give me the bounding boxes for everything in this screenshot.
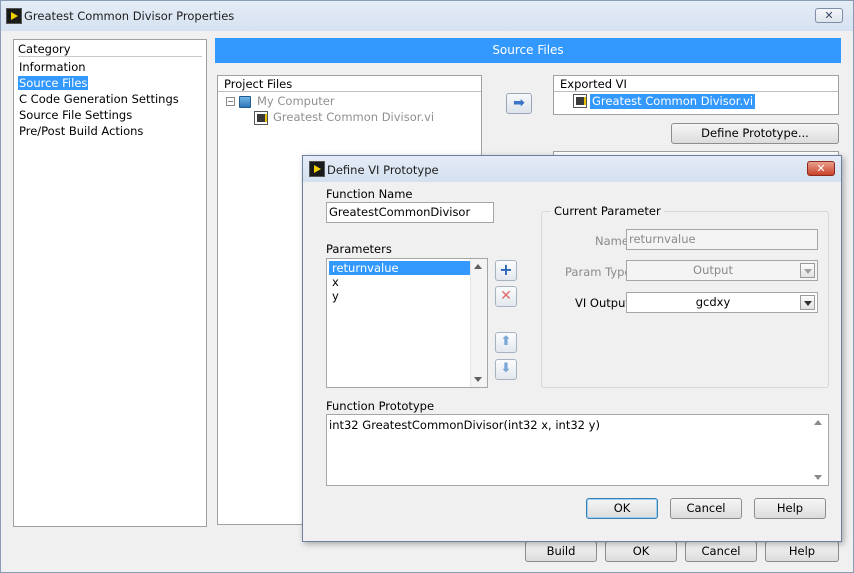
current-parameter-legend: Current Parameter — [551, 204, 664, 218]
define-vi-prototype-dialog: Define VI Prototype ✕ Function Name Grea… — [302, 155, 842, 542]
vi-output-select[interactable]: gcdxy — [626, 292, 818, 313]
ok-button[interactable]: OK — [605, 541, 677, 562]
move-down-button[interactable]: ⬇ — [495, 359, 517, 380]
arrow-down-icon: ⬇ — [500, 361, 512, 376]
exported-vi-panel[interactable]: Exported VI Greatest Common Divisor.vi — [553, 75, 839, 115]
category-list[interactable]: Category Information Source Files C Code… — [13, 39, 207, 527]
tree-item-my-computer[interactable]: My Computer — [257, 94, 335, 108]
tree-collapse-icon[interactable]: − — [226, 97, 235, 106]
list-item[interactable]: y — [327, 289, 468, 303]
help-button[interactable]: Help — [765, 541, 839, 562]
window-titlebar[interactable]: Greatest Common Divisor Properties ✕ — [1, 1, 853, 31]
dialog-titlebar[interactable]: Define VI Prototype ✕ — [303, 156, 841, 182]
move-up-button[interactable]: ⬆ — [495, 332, 517, 353]
add-parameter-button[interactable]: + — [495, 260, 517, 281]
vi-file-icon — [254, 111, 268, 125]
plus-icon: + — [499, 260, 513, 279]
dialog-title: Define VI Prototype — [327, 163, 439, 177]
parameter-name-input[interactable]: returnvalue — [626, 229, 818, 250]
parameters-label: Parameters — [326, 242, 392, 256]
prototype-scrollbar[interactable] — [811, 415, 828, 485]
chevron-down-icon[interactable] — [800, 295, 815, 310]
category-item-information[interactable]: Information — [18, 59, 202, 75]
parameters-list[interactable]: returnvalue x y — [326, 258, 488, 388]
vi-output-value: gcdxy — [695, 295, 731, 309]
scroll-up-icon[interactable] — [474, 264, 482, 269]
dialog-close-button[interactable]: ✕ — [807, 161, 835, 176]
define-prototype-button[interactable]: Define Prototype... — [671, 123, 839, 144]
add-to-exported-button[interactable]: ➡ — [506, 93, 532, 114]
parameters-scrollbar[interactable] — [470, 259, 487, 387]
category-item-pre-post-build[interactable]: Pre/Post Build Actions — [18, 123, 202, 139]
param-type-label: Param Type — [565, 265, 632, 279]
arrow-up-icon: ⬆ — [500, 334, 512, 349]
scroll-down-icon[interactable] — [814, 475, 822, 480]
dialog-help-button[interactable]: Help — [754, 498, 826, 519]
vi-file-icon — [573, 94, 587, 108]
param-type-select[interactable]: Output — [626, 260, 818, 281]
function-name-label: Function Name — [326, 187, 413, 201]
function-prototype-text: int32 GreatestCommonDivisor(int32 x, int… — [329, 418, 600, 432]
dialog-cancel-button[interactable]: Cancel — [670, 498, 742, 519]
x-icon: ✕ — [500, 288, 512, 304]
cancel-button[interactable]: Cancel — [685, 541, 757, 562]
category-item-source-files[interactable]: Source Files — [18, 75, 202, 91]
section-title: Source Files — [215, 38, 841, 63]
function-prototype-label: Function Prototype — [326, 399, 435, 413]
chevron-down-icon[interactable] — [800, 263, 815, 278]
exported-vi-item[interactable]: Greatest Common Divisor.vi — [590, 94, 756, 109]
list-item[interactable]: x — [327, 275, 468, 289]
window-close-button[interactable]: ✕ — [815, 8, 843, 23]
tree-item-vi[interactable]: Greatest Common Divisor.vi — [273, 110, 434, 124]
labview-vi-icon — [6, 8, 22, 24]
remove-parameter-button[interactable]: ✕ — [495, 286, 517, 307]
param-type-value: Output — [693, 263, 733, 277]
project-files-header: Project Files — [218, 76, 481, 92]
list-item[interactable]: returnvalue — [329, 261, 470, 275]
labview-vi-icon — [309, 161, 325, 177]
dialog-ok-button[interactable]: OK — [586, 498, 658, 519]
computer-icon — [239, 96, 251, 108]
exported-vi-header: Exported VI — [554, 76, 838, 92]
category-header: Category — [18, 42, 202, 57]
function-prototype-box: int32 GreatestCommonDivisor(int32 x, int… — [326, 414, 829, 486]
scroll-down-icon[interactable] — [474, 377, 482, 382]
scroll-up-icon[interactable] — [814, 420, 822, 425]
category-item-source-file-settings[interactable]: Source File Settings — [18, 107, 202, 123]
arrow-right-icon: ➡ — [513, 95, 525, 111]
name-label: Name — [595, 234, 629, 248]
function-name-input[interactable]: GreatestCommonDivisor — [326, 202, 494, 223]
window-title: Greatest Common Divisor Properties — [24, 9, 235, 23]
category-item-c-code-generation[interactable]: C Code Generation Settings — [18, 91, 202, 107]
build-button[interactable]: Build — [525, 541, 597, 562]
vi-output-label: VI Output — [575, 296, 630, 310]
